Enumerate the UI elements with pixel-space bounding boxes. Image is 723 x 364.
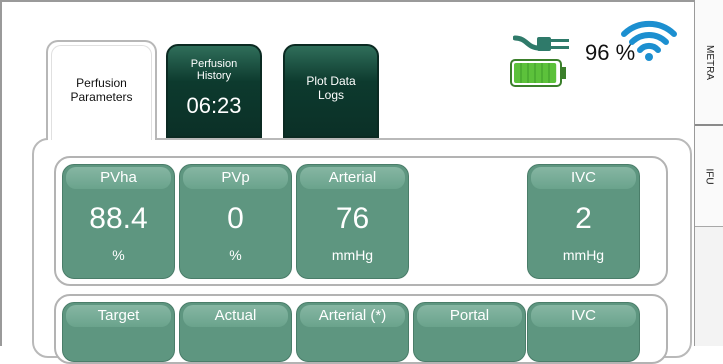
tab-perfusion-history[interactable]: Perfusion History 06:23 [166, 44, 262, 138]
frame-top-border [0, 0, 694, 2]
ivc-label: IVC [531, 167, 636, 189]
pvha-label: PVha [66, 167, 171, 189]
side-tab-ifu[interactable]: IFU [695, 126, 723, 227]
side-tab-ifu-label: IFU [703, 167, 715, 185]
side-tab-metra[interactable]: METRA [695, 0, 723, 126]
app-frame: Perfusion Parameters Perfusion History 0… [0, 0, 723, 364]
tab-perfusion-parameters[interactable]: Perfusion Parameters [46, 40, 157, 140]
tab-plot-data-logs-label: Plot Data Logs [306, 74, 356, 102]
wifi-icon [621, 20, 677, 61]
arterial-pressure-label: Arterial (*) [300, 305, 405, 327]
arterial-pressure-tile[interactable]: Arterial (*) [296, 302, 409, 362]
pvha-unit: % [112, 247, 125, 263]
pvha-value: 88.4 [89, 202, 148, 235]
ivc-pressure-tile[interactable]: IVC [527, 302, 640, 362]
frame-left-border [0, 0, 2, 346]
tab-plot-data-logs[interactable]: Plot Data Logs [283, 44, 379, 138]
pvha-tile[interactable]: PVha 88.4 % [62, 164, 175, 279]
target-label: Target [66, 305, 171, 327]
arterial-tile[interactable]: Arterial 76 mmHg [296, 164, 409, 279]
history-time: 06:23 [186, 93, 242, 118]
target-tile[interactable]: Target [62, 302, 175, 362]
pvp-value: 0 [227, 202, 244, 235]
actual-label: Actual [183, 305, 288, 327]
side-tab-metra-label: METRA [704, 44, 715, 80]
pvp-unit: % [229, 247, 242, 263]
portal-label: Portal [417, 305, 522, 327]
side-panel: METRA IFU [694, 0, 723, 346]
ivc-pressure-label: IVC [531, 305, 636, 327]
arterial-unit: mmHg [331, 247, 374, 263]
battery-icon [510, 59, 566, 87]
arterial-label: Arterial [300, 167, 405, 189]
ivc-unit: mmHg [562, 247, 605, 263]
arterial-value: 76 [335, 202, 370, 235]
ivc-value: 2 [575, 202, 592, 235]
pvp-label: PVp [183, 167, 288, 189]
power-plug-icon [513, 35, 569, 51]
tab-perfusion-history-label: Perfusion History [190, 58, 238, 82]
tab-perfusion-parameters-label: Perfusion Parameters [70, 76, 133, 104]
ivc-tile[interactable]: IVC 2 mmHg [527, 164, 640, 279]
pvp-tile[interactable]: PVp 0 % [179, 164, 292, 279]
portal-tile[interactable]: Portal [413, 302, 526, 362]
actual-tile[interactable]: Actual [179, 302, 292, 362]
